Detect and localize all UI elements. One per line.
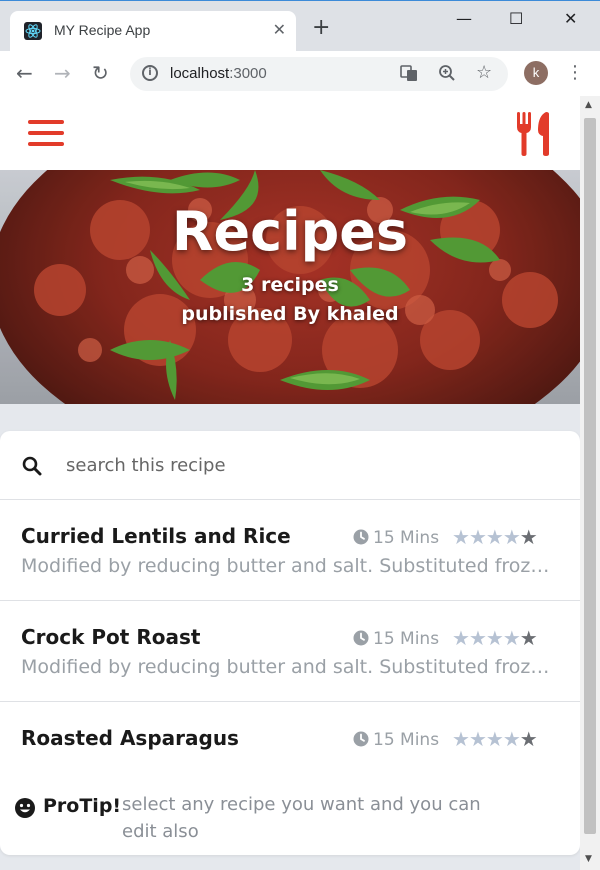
publisher-byline: published By khaled <box>181 303 399 325</box>
recipe-name: Crock Pot Roast <box>21 625 201 649</box>
address-bar[interactable]: i localhost:3000 ☆ <box>130 57 508 91</box>
zoom-icon[interactable] <box>438 64 456 86</box>
search-icon <box>22 456 42 480</box>
recipe-row[interactable]: Roasted Asparagus 15 Mins ★★★★★ <box>0 702 580 803</box>
recipe-time-text: 15 Mins <box>373 730 440 750</box>
recipe-description: Modified by reducing butter and salt. Su… <box>21 555 551 577</box>
reload-icon[interactable]: ↻ <box>92 61 109 85</box>
utensils-icon <box>516 112 554 160</box>
star-icon: ★ <box>519 626 538 650</box>
close-window-button[interactable]: ✕ <box>564 9 577 28</box>
app-page: Recipes 3 recipes published By khaled Cu… <box>0 96 580 870</box>
recipe-time: 15 Mins <box>353 730 439 752</box>
scroll-down-icon[interactable]: ▼ <box>585 854 592 864</box>
protip-label: ProTip! <box>43 795 122 817</box>
scroll-up-icon[interactable]: ▲ <box>585 100 592 110</box>
recipe-time-text: 15 Mins <box>373 528 440 548</box>
url-text[interactable]: localhost:3000 <box>170 65 267 82</box>
tab-close-icon[interactable]: ✕ <box>273 20 286 39</box>
star-icon: ★ <box>519 525 538 549</box>
url-host: localhost <box>170 65 230 82</box>
clock-icon <box>353 731 369 752</box>
page-scrollbar[interactable]: ▲ ▼ <box>580 96 600 870</box>
hamburger-icon[interactable] <box>28 120 64 146</box>
url-port: :3000 <box>229 65 267 82</box>
back-arrow-icon[interactable]: ← <box>16 61 33 85</box>
translate-icon[interactable] <box>400 64 418 86</box>
star-icon: ★ <box>502 525 521 549</box>
browser-chrome: MY Recipe App ✕ + — ☐ ✕ ← → ↻ i localhos… <box>0 0 600 97</box>
forward-arrow-icon[interactable]: → <box>54 61 71 85</box>
recipe-time-text: 15 Mins <box>373 629 440 649</box>
search-bar <box>0 431 580 500</box>
clock-icon <box>353 630 369 651</box>
star-icon: ★ <box>468 525 487 549</box>
react-favicon-icon <box>24 22 42 40</box>
star-rating: ★★★★★ <box>452 626 538 650</box>
scroll-thumb[interactable] <box>584 118 596 834</box>
recipe-name: Curried Lentils and Rice <box>21 524 291 548</box>
star-icon: ★ <box>452 525 470 549</box>
star-icon: ★ <box>468 727 487 751</box>
hero-title: Recipes <box>171 200 409 263</box>
star-icon: ★ <box>502 626 521 650</box>
info-icon[interactable]: i <box>142 65 158 81</box>
tab-title: MY Recipe App <box>54 22 151 38</box>
maximize-button[interactable]: ☐ <box>509 9 523 28</box>
bookmark-star-icon[interactable]: ☆ <box>476 62 492 83</box>
star-rating: ★★★★★ <box>452 727 538 751</box>
star-icon: ★ <box>485 626 504 650</box>
recipe-time: 15 Mins <box>353 629 439 651</box>
star-icon: ★ <box>485 525 504 549</box>
star-rating: ★★★★★ <box>452 525 538 549</box>
recipe-name: Roasted Asparagus <box>21 726 239 750</box>
recipe-row[interactable]: Curried Lentils and Rice 15 Mins ★★★★★ Modi… <box>0 500 580 601</box>
minimize-button[interactable]: — <box>456 9 472 28</box>
browser-toolbar: ← → ↻ i localhost:3000 ☆ k ⋮ <box>0 51 600 97</box>
search-input[interactable] <box>66 447 546 483</box>
new-tab-button[interactable]: + <box>312 16 330 40</box>
recipe-time: 15 Mins <box>353 528 439 550</box>
profile-avatar[interactable]: k <box>524 61 548 85</box>
app-header <box>0 96 580 170</box>
star-icon: ★ <box>485 727 504 751</box>
star-icon: ★ <box>519 727 538 751</box>
smiley-icon <box>14 797 36 823</box>
browser-menu-icon[interactable]: ⋮ <box>566 61 584 85</box>
recipe-count: 3 recipes <box>241 274 339 296</box>
browser-tab[interactable]: MY Recipe App ✕ <box>10 11 296 51</box>
recipe-row[interactable]: Crock Pot Roast 15 Mins ★★★★★ Modified by r… <box>0 601 580 702</box>
star-icon: ★ <box>452 727 470 751</box>
star-icon: ★ <box>452 626 470 650</box>
protip-text: select any recipe you want and you can e… <box>122 794 481 842</box>
recipe-description: Modified by reducing butter and salt. Su… <box>21 656 551 678</box>
hero-banner: Recipes 3 recipes published By khaled <box>0 170 580 404</box>
star-icon: ★ <box>468 626 487 650</box>
clock-icon <box>353 529 369 550</box>
star-icon: ★ <box>502 727 521 751</box>
